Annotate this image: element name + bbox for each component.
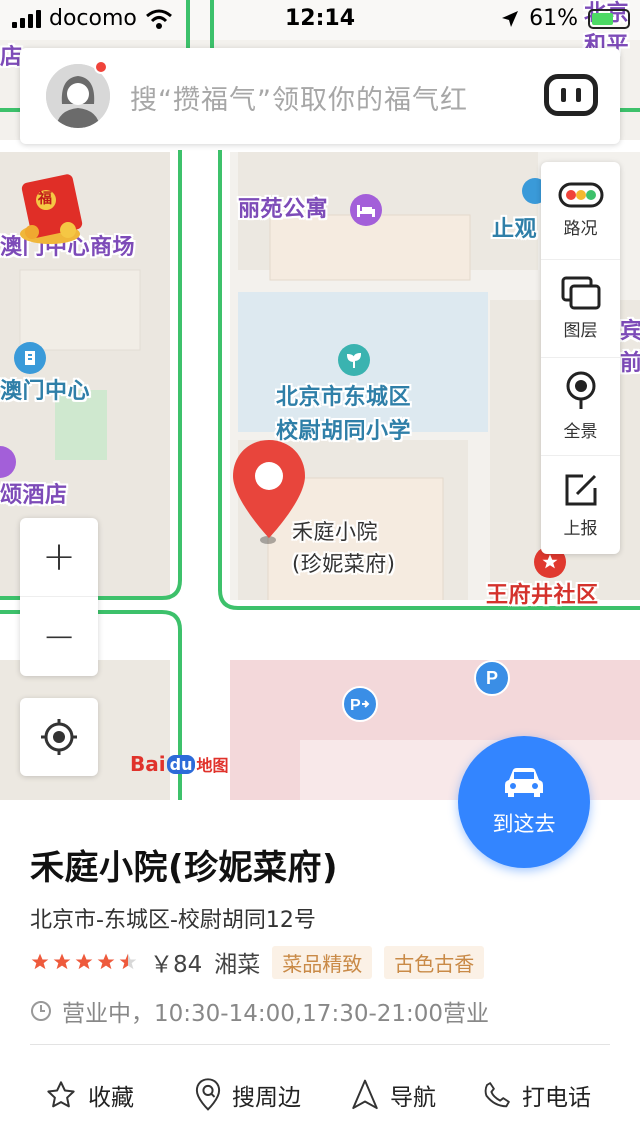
zoom-in-button[interactable]: +: [20, 518, 98, 597]
map-label-school-line1[interactable]: 北京市东城区: [276, 384, 411, 412]
layers-icon: [561, 276, 600, 310]
red-packet-char: 福: [38, 191, 52, 207]
rating-star-icon: [31, 953, 49, 970]
panorama-pin-icon: [566, 371, 595, 409]
locate-me-button[interactable]: [20, 698, 98, 776]
car-icon: [505, 768, 543, 797]
red-packet-promo-icon[interactable]: 福: [12, 168, 88, 248]
clock-icon: [31, 1001, 51, 1021]
battery-icon: [588, 8, 630, 29]
rating-star-icon: [53, 953, 71, 970]
tag-2: 古色古香: [384, 945, 485, 979]
tool-panorama-label: 全景: [563, 422, 598, 442]
parking-entrance-icon[interactable]: P: [342, 686, 378, 722]
office-poi-icon[interactable]: [14, 342, 46, 374]
tool-report[interactable]: 上报: [541, 456, 620, 554]
crosshair-icon: [41, 719, 77, 755]
location-search-icon: [195, 1078, 221, 1111]
navigation-arrow-icon: [352, 1079, 378, 1110]
svg-text:P: P: [350, 697, 361, 713]
favorite-label: 收藏: [88, 1085, 134, 1111]
place-address: 北京市-东城区-校尉胡同12号: [30, 908, 316, 933]
zoom-controls: + −: [20, 518, 98, 676]
call-button[interactable]: 打电话: [482, 1078, 591, 1112]
phone-icon: [484, 1082, 510, 1108]
tool-panorama[interactable]: 全景: [541, 358, 620, 456]
baidu-map-logo: Bai du 地图: [130, 752, 228, 776]
rating-star-icon: [119, 953, 137, 970]
star-outline-icon: [47, 1081, 75, 1108]
school-poi-icon[interactable]: [338, 344, 370, 376]
rating-star-icon: [75, 953, 93, 970]
logo-du: du: [166, 754, 196, 774]
nearby-label: 搜周边: [232, 1085, 301, 1111]
zoom-out-button[interactable]: −: [20, 597, 98, 676]
selected-place-label-line2: (珍妮菜府): [292, 552, 396, 576]
price: ￥84: [150, 952, 203, 978]
map-label-right-edge-2[interactable]: 前: [620, 350, 640, 378]
opening-hours: 营业中，10:30-14:00,17:30-21:00营业: [30, 994, 489, 1028]
navigate-label: 导航: [390, 1085, 436, 1111]
map-label-right-edge-1[interactable]: 宾: [620, 318, 640, 346]
hotel-poi-icon[interactable]: [350, 194, 382, 226]
edit-report-icon: [565, 474, 596, 505]
rating-stars: [30, 952, 138, 972]
voice-assistant-icon[interactable]: [544, 74, 598, 116]
favorite-button[interactable]: 收藏: [44, 1078, 134, 1112]
notification-dot: [94, 60, 108, 74]
search-input[interactable]: 搜“攒福气”领取你的福气红: [130, 78, 468, 117]
divider: [30, 1044, 610, 1045]
cuisine: 湘菜: [214, 952, 261, 978]
call-label: 打电话: [522, 1085, 591, 1111]
hours-text: 营业中，10:30-14:00,17:30-21:00营业: [62, 1001, 490, 1027]
nearby-button[interactable]: 搜周边: [194, 1078, 301, 1112]
logo-bai: Bai: [130, 752, 166, 776]
tool-report-label: 上报: [563, 518, 598, 539]
action-bar: 收藏 搜周边 导航 打电话: [0, 1070, 640, 1120]
tool-traffic[interactable]: 路况: [541, 162, 620, 260]
logo-ditu: 地图: [196, 756, 229, 775]
search-bar[interactable]: 搜“攒福气”领取你的福气红: [20, 48, 620, 144]
map-label-aomen-center[interactable]: 澳门中心: [0, 378, 90, 406]
rating-star-icon: [97, 953, 115, 970]
tool-traffic-label: 路况: [563, 219, 598, 239]
navigate-button[interactable]: 导航: [350, 1078, 436, 1112]
place-meta: ￥84 湘菜 菜品精致 古色古香: [30, 945, 485, 979]
map-label-lijuan-apartment[interactable]: 丽苑公寓: [238, 196, 328, 224]
traffic-light-icon: [558, 182, 603, 208]
go-here-label: 到这去: [492, 812, 556, 836]
map-label-wangfujing[interactable]: 王府井社区: [486, 582, 599, 610]
map-label-hotel[interactable]: 颂酒店: [0, 482, 68, 510]
location-marker-icon[interactable]: [230, 438, 308, 546]
map-label-shangguan[interactable]: 止观: [492, 216, 537, 244]
go-here-button[interactable]: 到这去: [458, 736, 590, 868]
status-bar: docomo 12:14 61%: [0, 0, 640, 40]
place-title: 禾庭小院(珍妮菜府): [30, 848, 339, 888]
map-tools-panel: 路况 图层 全景 上报: [541, 162, 620, 554]
tool-layers-label: 图层: [563, 321, 598, 341]
tag-1: 菜品精致: [272, 945, 373, 979]
location-arrow-icon: [502, 10, 519, 27]
tool-layers[interactable]: 图层: [541, 260, 620, 358]
battery-percent: 61%: [529, 6, 578, 31]
parking-icon[interactable]: P: [474, 660, 510, 696]
